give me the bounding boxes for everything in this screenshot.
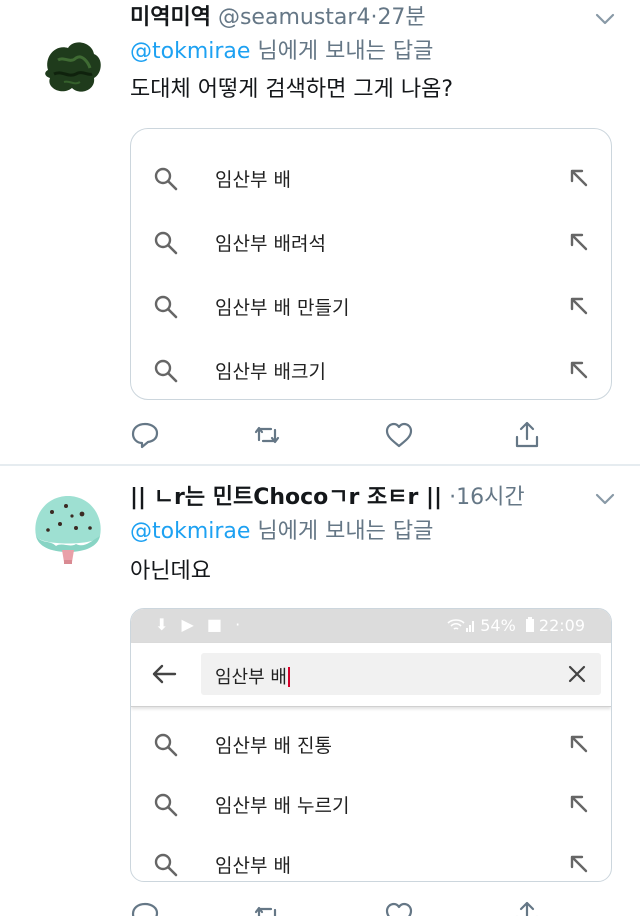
chevron-down-icon[interactable]	[594, 492, 616, 506]
suggestion-row[interactable]: 임산부 배려석	[131, 211, 611, 275]
text-cursor	[287, 667, 290, 687]
search-icon	[154, 295, 178, 319]
reply-suffix: 님에게 보내는 답글	[250, 519, 434, 544]
search-bar: 임산부 배	[131, 643, 611, 707]
tweet-header: 미역미역 @seamustar4·27분	[130, 4, 426, 32]
arrow-up-left-icon[interactable]	[569, 232, 589, 252]
reply-context: @tokmirae 님에게 보내는 답글	[130, 38, 433, 66]
mint-choco-icecream-avatar[interactable]	[26, 486, 110, 570]
heart-icon[interactable]	[384, 420, 414, 450]
search-icon	[154, 359, 178, 383]
tweet-2[interactable]: || ㄴr는 민트Chocoㄱr 조ㅌr || ·16시간 @tokmirae …	[0, 466, 640, 916]
search-icon	[154, 853, 178, 877]
search-icon	[154, 231, 178, 255]
attached-screenshot[interactable]: ⬇ ▶ ■ · 54% 22:09 임산부 배 임산부 배 진통 임산부 배 누…	[130, 608, 612, 882]
search-icon	[154, 793, 178, 817]
reply-icon[interactable]	[130, 420, 160, 450]
arrow-up-left-icon[interactable]	[569, 360, 589, 380]
suggestion-row[interactable]: 임산부 배 진통	[131, 713, 611, 777]
suggestion-row[interactable]: 임산부 배 만들기	[131, 275, 611, 339]
search-query: 임산부 배	[215, 663, 290, 689]
notification-icons: ⬇ ▶ ■ ·	[155, 615, 245, 634]
tweet-text: 아닌데요	[130, 559, 211, 584]
battery-percent: 54%	[480, 616, 516, 635]
suggestion-row[interactable]: 임산부 배크기	[131, 339, 611, 399]
tweet-time[interactable]: 16시간	[456, 485, 524, 510]
tweet-text: 도대체 어떻게 검색하면 그게 나옴?	[130, 77, 454, 102]
phone-status-bar: ⬇ ▶ ■ · 54% 22:09	[131, 609, 611, 643]
reply-context: @tokmirae 님에게 보내는 답글	[130, 518, 433, 546]
tweet-header: || ㄴr는 민트Chocoㄱr 조ㅌr || ·16시간	[130, 484, 525, 512]
search-icon	[154, 167, 178, 191]
wifi-signal-icon	[447, 619, 475, 632]
search-query-text: 임산부 배	[215, 667, 287, 688]
user-handle[interactable]: @seamustar4	[218, 5, 370, 30]
suggestion-text: 임산부 배	[215, 855, 291, 877]
suggestion-text: 임산부 배 누르기	[215, 795, 350, 817]
suggestion-text: 임산부 배 진통	[215, 735, 332, 757]
suggestion-row[interactable]: 임산부 배	[131, 147, 611, 211]
arrow-up-left-icon[interactable]	[569, 296, 589, 316]
reply-mention-link[interactable]: @tokmirae	[130, 39, 250, 64]
retweet-icon[interactable]	[252, 900, 282, 916]
retweet-icon[interactable]	[252, 420, 282, 450]
suggestion-row[interactable]: 임산부 배 누르기	[131, 773, 611, 837]
arrow-up-left-icon[interactable]	[569, 168, 589, 188]
status-right: 54% 22:09	[446, 616, 585, 635]
suggestion-row[interactable]: 임산부 배	[131, 833, 611, 881]
reply-mention-link[interactable]: @tokmirae	[130, 519, 250, 544]
close-icon[interactable]	[567, 664, 587, 684]
search-icon	[154, 733, 178, 757]
tweet-1[interactable]: 미역미역 @seamustar4·27분 @tokmirae 님에게 보내는 답…	[0, 0, 640, 465]
search-suggestions-card[interactable]: 임산부 배 임산부 배려석 임산부 배 만들기 임산부 배크기	[130, 128, 612, 400]
arrow-up-left-icon[interactable]	[569, 734, 589, 754]
arrow-up-left-icon[interactable]	[569, 854, 589, 874]
share-icon[interactable]	[512, 900, 542, 916]
suggestion-text: 임산부 배	[215, 169, 291, 191]
share-icon[interactable]	[512, 420, 542, 450]
reply-suffix: 님에게 보내는 답글	[250, 39, 434, 64]
tweet-actions	[0, 420, 640, 460]
heart-icon[interactable]	[384, 900, 414, 916]
suggestion-text: 임산부 배크기	[215, 361, 326, 383]
seaweed-avatar[interactable]	[34, 30, 110, 106]
chevron-down-icon[interactable]	[594, 12, 616, 26]
suggestion-text: 임산부 배 만들기	[215, 297, 350, 319]
tweet-actions	[0, 900, 640, 916]
tweet-time[interactable]: 27분	[377, 5, 425, 30]
reply-icon[interactable]	[130, 900, 160, 916]
suggestion-text: 임산부 배려석	[215, 233, 326, 255]
search-input[interactable]: 임산부 배	[201, 653, 601, 695]
clock: 22:09	[538, 616, 585, 635]
battery-icon	[525, 617, 534, 632]
arrow-up-left-icon[interactable]	[569, 794, 589, 814]
display-name[interactable]: || ㄴr는 민트Chocoㄱr 조ㅌr ||	[130, 485, 442, 510]
back-arrow-icon[interactable]	[151, 663, 177, 685]
display-name[interactable]: 미역미역	[130, 5, 211, 30]
